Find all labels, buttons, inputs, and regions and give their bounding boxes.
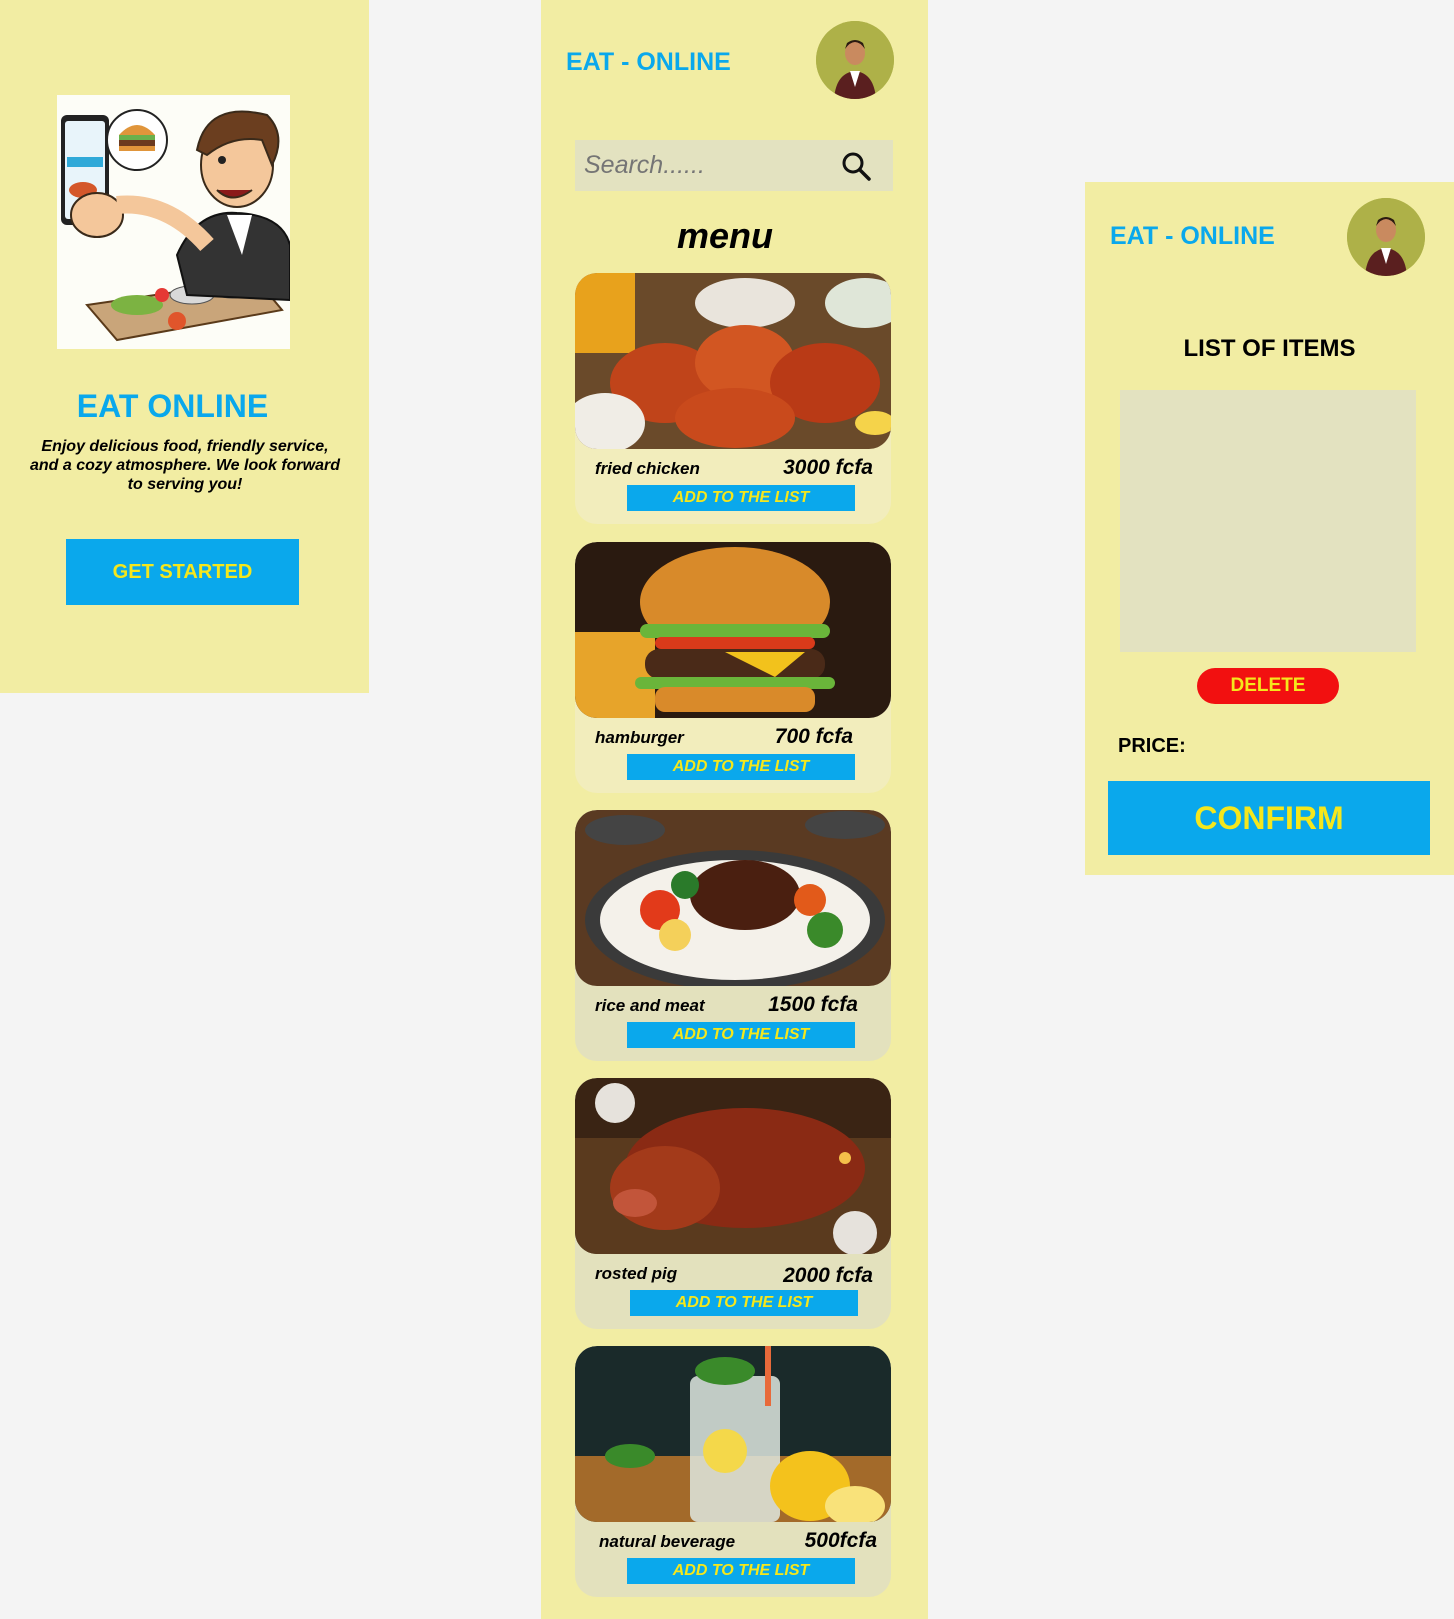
delete-button[interactable]: DELETE bbox=[1197, 668, 1339, 704]
price-label: PRICE: bbox=[1118, 735, 1186, 757]
menu-item-card: natural beverage 500fcfa ADD TO THE LIST bbox=[575, 1346, 891, 1597]
fried-chicken-image bbox=[575, 273, 891, 449]
menu-heading: menu bbox=[676, 215, 773, 256]
item-name: fried chicken bbox=[595, 459, 700, 478]
menu-item-card: rosted pig 2000 fcfa ADD TO THE LIST bbox=[575, 1078, 891, 1329]
item-price: 2000 fcfa bbox=[783, 1264, 873, 1287]
menu-item-card: rice and meat 1500 fcfa ADD TO THE LIST bbox=[575, 810, 891, 1061]
welcome-title: EAT ONLINE bbox=[76, 388, 269, 424]
brand-title: EAT - ONLINE bbox=[566, 48, 731, 76]
search-bar[interactable] bbox=[575, 140, 893, 191]
brand-title: EAT - ONLINE bbox=[1110, 222, 1275, 250]
lemonade-image bbox=[575, 1346, 891, 1522]
search-input[interactable] bbox=[584, 151, 834, 180]
add-to-list-button[interactable]: ADD TO THE LIST bbox=[627, 1558, 855, 1584]
item-name: rice and meat bbox=[595, 996, 705, 1015]
item-name: hamburger bbox=[595, 728, 684, 747]
list-screen: EAT - ONLINE LIST OF ITEMS DELETE PRICE:… bbox=[1085, 182, 1454, 875]
menu-screen: EAT - ONLINE menu bbox=[541, 0, 928, 1619]
item-price: 500fcfa bbox=[804, 1529, 877, 1552]
add-to-list-button[interactable]: ADD TO THE LIST bbox=[627, 754, 855, 780]
selected-items-box[interactable] bbox=[1120, 390, 1416, 652]
avatar[interactable] bbox=[816, 21, 894, 99]
item-name: natural beverage bbox=[599, 1532, 736, 1551]
welcome-description: Enjoy delicious food, friendly service, … bbox=[30, 438, 340, 493]
search-icon[interactable] bbox=[841, 151, 871, 181]
item-price: 700 fcfa bbox=[774, 725, 853, 748]
item-price: 1500 fcfa bbox=[768, 993, 858, 1016]
roasted-pig-image bbox=[575, 1078, 891, 1254]
hero-illustration bbox=[57, 95, 290, 349]
confirm-button[interactable]: CONFIRM bbox=[1108, 781, 1430, 855]
add-to-list-button[interactable]: ADD TO THE LIST bbox=[630, 1290, 858, 1316]
menu-item-card: hamburger 700 fcfa ADD TO THE LIST bbox=[575, 542, 891, 793]
list-heading: LIST OF ITEMS bbox=[1183, 335, 1356, 362]
add-to-list-button[interactable]: ADD TO THE LIST bbox=[627, 485, 855, 511]
avatar[interactable] bbox=[1347, 198, 1425, 276]
item-name: rosted pig bbox=[595, 1264, 678, 1283]
add-to-list-button[interactable]: ADD TO THE LIST bbox=[627, 1022, 855, 1048]
rice-and-meat-image bbox=[575, 810, 891, 986]
get-started-button[interactable]: GET STARTED bbox=[66, 539, 299, 605]
hamburger-image bbox=[575, 542, 891, 718]
menu-item-card: fried chicken 3000 fcfa ADD TO THE LIST bbox=[575, 273, 891, 524]
welcome-screen: EAT ONLINE Enjoy delicious food, friendl… bbox=[0, 0, 369, 693]
item-price: 3000 fcfa bbox=[783, 456, 873, 479]
